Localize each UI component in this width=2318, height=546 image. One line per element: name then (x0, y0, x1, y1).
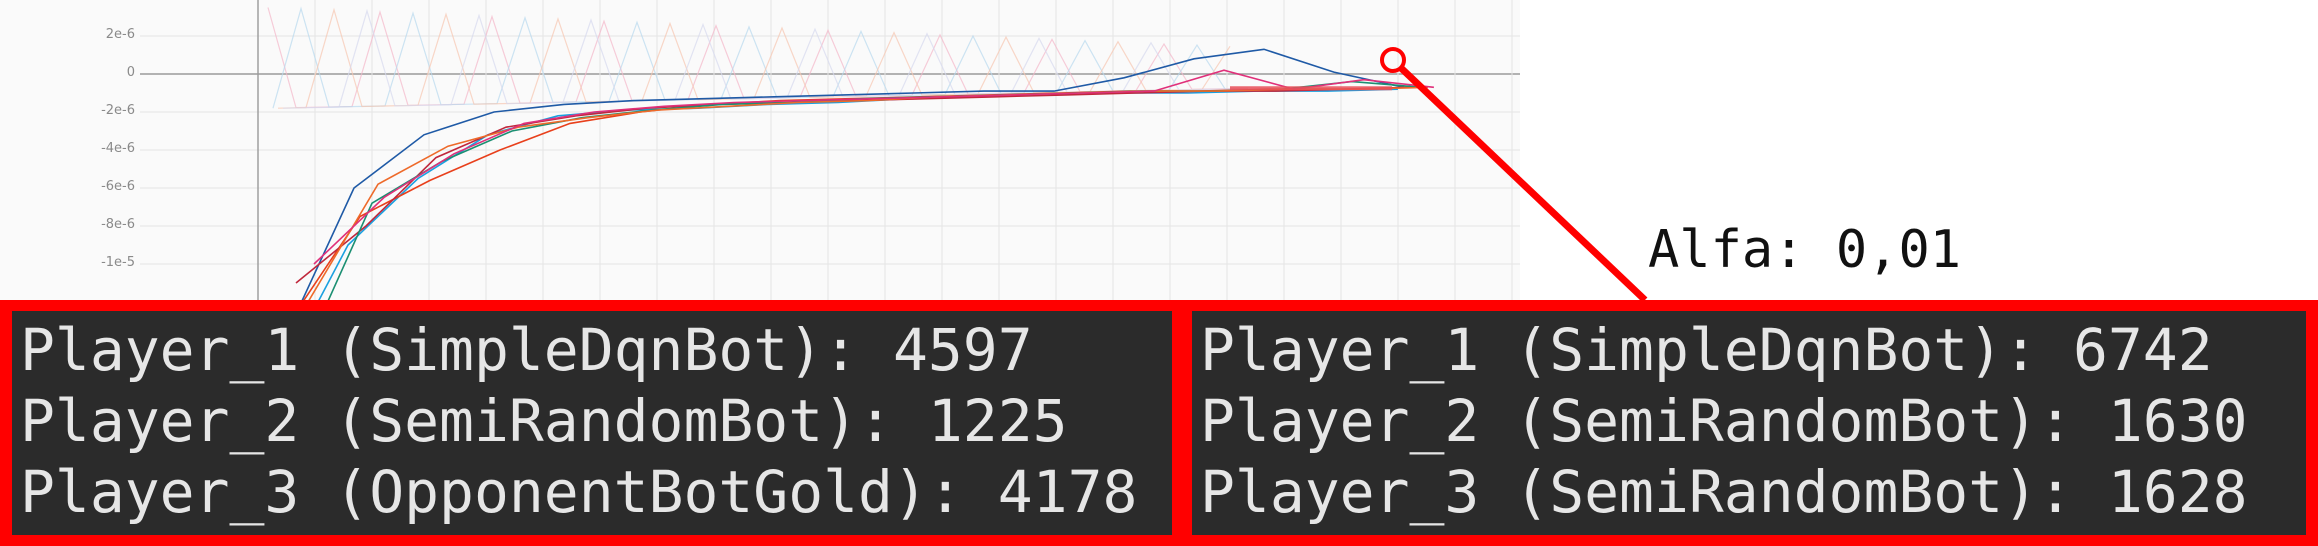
y-tick-label: 2e-6 (105, 27, 135, 42)
y-tick-label: -1e-5 (101, 255, 135, 270)
score-line: Player_2 (SemiRandomBot): 1630 (1200, 387, 2248, 455)
score-line: Player_2 (SemiRandomBot): 1225 (20, 387, 1068, 455)
loss-chart (0, 0, 1648, 300)
score-line: Player_3 (SemiRandomBot): 1628 (1200, 458, 2248, 526)
y-tick-label: 0 (126, 65, 135, 80)
score-line: Player_3 (OpponentBotGold): 4178 (20, 458, 1138, 526)
score-line: Player_1 (SimpleDqnBot): 4597 (20, 316, 1033, 384)
y-tick-label: -4e-6 (101, 141, 135, 156)
terminal-panel-left: Player_1 (SimpleDqnBot): 4597 Player_2 (… (12, 311, 1172, 535)
y-tick-label: -6e-6 (101, 179, 135, 194)
score-line: Player_1 (SimpleDqnBot): 6742 (1200, 316, 2213, 384)
y-tick-label: -8e-6 (101, 217, 135, 232)
terminal-panel-right: Player_1 (SimpleDqnBot): 6742 Player_2 (… (1192, 311, 2306, 535)
y-tick-label: -2e-6 (101, 103, 135, 118)
alfa-label: Alfa: 0,01 (1648, 220, 1962, 280)
